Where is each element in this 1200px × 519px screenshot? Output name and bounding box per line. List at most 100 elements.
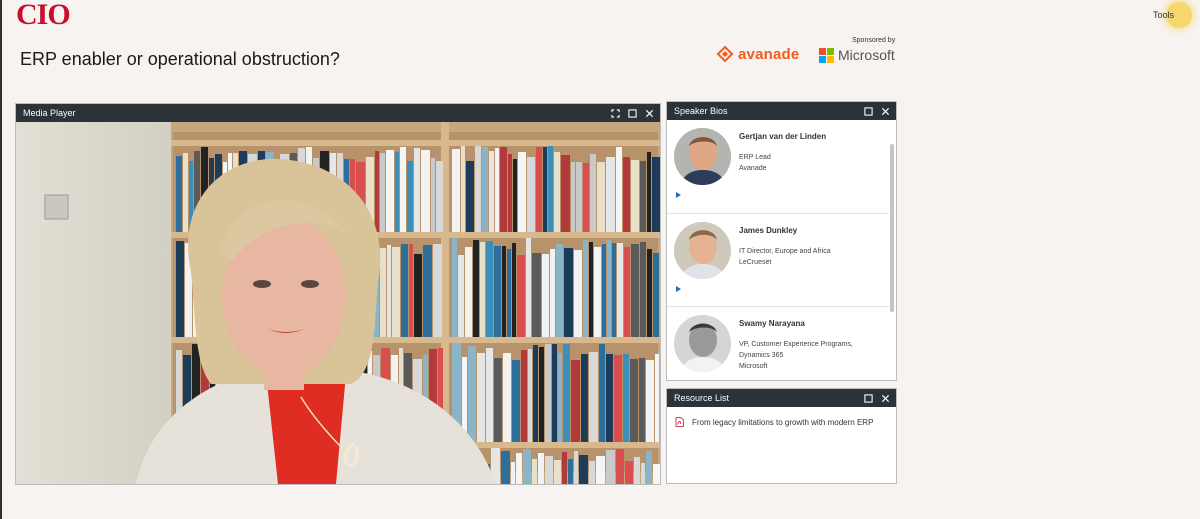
- play-bio-icon[interactable]: [676, 286, 681, 292]
- book-spine: [452, 238, 457, 337]
- avanade-wordmark: avanade: [738, 45, 800, 63]
- book-spine: [652, 157, 660, 232]
- book-spine: [386, 150, 394, 232]
- book-spine: [511, 462, 515, 484]
- microsoft-squares-icon: [819, 47, 834, 63]
- maximize-icon[interactable]: [864, 106, 873, 116]
- speaker-card: James Dunkley IT Director, Europe and Af…: [667, 213, 889, 306]
- speaker-title: IT Director, Europe and Africa: [739, 248, 831, 255]
- book-spine: [486, 241, 493, 337]
- book-spine: [634, 457, 640, 484]
- speaker-role: IT Director, Europe and Africa LeCrueset: [739, 246, 879, 268]
- tools-button[interactable]: Tools: [1153, 2, 1192, 28]
- book-spine: [589, 352, 598, 442]
- book-spine: [612, 243, 616, 337]
- book-spine: [639, 358, 645, 442]
- book-spine: [392, 247, 400, 337]
- speaker-card: Swamy Narayana VP, Customer Experience P…: [667, 306, 889, 380]
- book-spine: [574, 451, 578, 484]
- book-spine: [503, 353, 511, 442]
- speaker-photo: [674, 222, 731, 279]
- close-icon[interactable]: [645, 109, 654, 118]
- book-spine: [561, 155, 570, 232]
- speaker-photo: [674, 128, 731, 185]
- book-spine: [512, 243, 516, 337]
- speaker-company: Avanade: [739, 165, 767, 172]
- book-spine: [647, 152, 651, 232]
- speaker-list: Gertjan van der Linden ERP Lead Avanade …: [667, 120, 896, 380]
- book-spine: [513, 159, 517, 232]
- book-spine: [183, 153, 188, 232]
- video-frame[interactable]: [16, 122, 660, 484]
- resource-list-title: Resource List: [674, 393, 730, 403]
- book-spine: [552, 344, 557, 442]
- book-spine: [401, 244, 408, 337]
- book-spine: [590, 154, 596, 232]
- book-spine: [523, 449, 531, 484]
- book-spine: [640, 242, 646, 337]
- maximize-icon[interactable]: [628, 108, 637, 118]
- speaker-photo: [674, 315, 731, 372]
- book-spine: [486, 348, 493, 442]
- book-spine: [563, 344, 570, 442]
- book-spine: [616, 449, 624, 484]
- book-spine: [473, 240, 479, 337]
- book-spine: [653, 253, 659, 337]
- book-spine: [631, 244, 639, 337]
- book-spine: [480, 242, 485, 337]
- close-icon[interactable]: [881, 394, 890, 403]
- book-spine: [465, 247, 472, 337]
- book-spine: [536, 147, 542, 232]
- media-player-panel: Media Player: [15, 103, 661, 485]
- book-spine: [583, 240, 588, 337]
- book-spine: [423, 245, 432, 337]
- book-spine: [571, 360, 580, 442]
- book-spine: [625, 461, 633, 484]
- book-spine: [461, 146, 465, 232]
- book-spine: [538, 453, 544, 484]
- media-player-header: Media Player: [16, 104, 660, 122]
- play-bio-icon[interactable]: [676, 192, 681, 198]
- book-spine: [576, 162, 582, 232]
- left-edge-rule: [0, 0, 2, 519]
- book-spine: [539, 347, 544, 442]
- resource-item[interactable]: From legacy limitations to growth with m…: [675, 417, 877, 429]
- cio-logo: CIO: [16, 0, 71, 31]
- speaker-list-scrollbar[interactable]: [890, 144, 894, 312]
- resource-link[interactable]: From legacy limitations to growth with m…: [692, 417, 877, 429]
- book-spine: [596, 456, 605, 484]
- book-spine: [616, 147, 622, 232]
- book-spine: [526, 238, 531, 337]
- book-spine: [466, 161, 474, 232]
- book-spine: [414, 254, 422, 337]
- book-spine: [543, 147, 547, 232]
- fullscreen-icon[interactable]: [611, 108, 620, 118]
- speaker-role: ERP Lead Avanade: [739, 152, 879, 174]
- book-spine: [554, 460, 561, 484]
- presenter-video-image: [16, 122, 660, 484]
- book-spine: [597, 162, 605, 232]
- book-spine: [387, 245, 391, 337]
- close-icon[interactable]: [881, 107, 890, 116]
- book-spine: [606, 450, 615, 484]
- book-spine: [527, 157, 535, 232]
- book-spine: [400, 147, 406, 232]
- book-spine: [579, 455, 588, 484]
- book-spine: [507, 249, 511, 337]
- book-spine: [574, 250, 582, 337]
- book-spine: [571, 162, 575, 232]
- book-spine: [556, 244, 563, 337]
- avanade-mark-icon: [716, 45, 734, 63]
- book-spine: [630, 359, 638, 442]
- book-spine: [375, 151, 379, 232]
- book-spine: [655, 354, 659, 442]
- book-spine: [409, 244, 413, 337]
- speaker-company: Microsoft: [739, 363, 768, 370]
- book-spine: [617, 243, 623, 337]
- maximize-icon[interactable]: [864, 393, 873, 403]
- speaker-name: James Dunkley: [739, 226, 798, 235]
- book-spine: [550, 249, 555, 337]
- speaker-bios-title: Speaker Bios: [674, 106, 728, 116]
- pdf-icon: [675, 417, 684, 427]
- book-spine: [436, 161, 443, 232]
